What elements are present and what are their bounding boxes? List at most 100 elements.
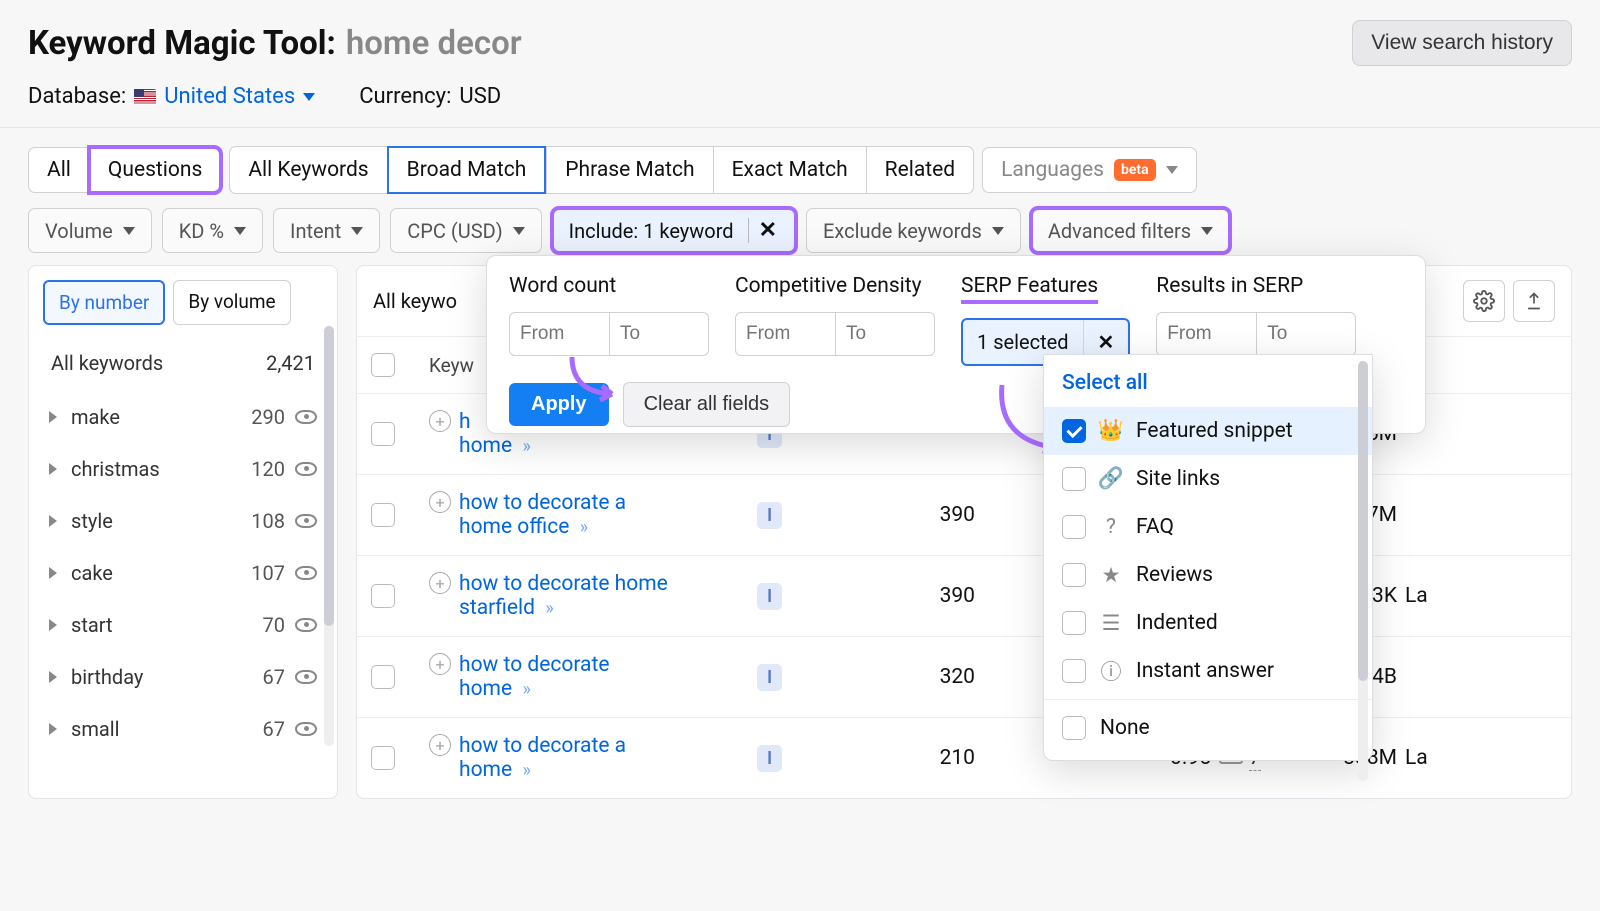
- comp-density-from[interactable]: [735, 312, 835, 356]
- sidebar-item[interactable]: small67: [43, 703, 323, 755]
- expand-icon[interactable]: +: [429, 653, 451, 675]
- page-header: Keyword Magic Tool: home decor View sear…: [0, 0, 1600, 127]
- scrollbar[interactable]: [1358, 361, 1368, 781]
- checkbox[interactable]: [1062, 659, 1086, 683]
- keyword-text: how to decorate ahome »: [459, 734, 626, 782]
- sidebar-item-count: 290: [251, 405, 285, 429]
- filter-kd[interactable]: KD %: [162, 208, 263, 253]
- checkbox[interactable]: [1062, 716, 1086, 740]
- feature-icon: ★: [1100, 564, 1122, 586]
- expand-icon[interactable]: +: [429, 410, 451, 432]
- currency-display: Currency: USD: [359, 84, 501, 109]
- clear-include-icon[interactable]: ✕: [748, 218, 779, 243]
- tab-all-keywords[interactable]: All Keywords: [229, 146, 386, 194]
- tab-exact-match[interactable]: Exact Match: [713, 146, 866, 194]
- eye-icon[interactable]: [295, 618, 317, 632]
- scrollbar[interactable]: [324, 326, 334, 746]
- tab-all[interactable]: All: [28, 147, 89, 193]
- eye-icon[interactable]: [295, 670, 317, 684]
- settings-button[interactable]: [1463, 280, 1505, 322]
- sidebar-tab-by-volume[interactable]: By volume: [173, 280, 290, 325]
- select-all-option[interactable]: Select all: [1044, 355, 1372, 407]
- intent-badge: I: [757, 583, 782, 610]
- chevron-right-icon: [49, 671, 57, 683]
- trail-cell: La: [1405, 584, 1465, 608]
- filter-volume[interactable]: Volume: [28, 208, 152, 253]
- sidebar-item[interactable]: start70: [43, 599, 323, 651]
- row-checkbox[interactable]: [371, 665, 395, 689]
- view-search-history-button[interactable]: View search history: [1352, 20, 1572, 66]
- checkbox[interactable]: [1062, 515, 1086, 539]
- results-serp-to[interactable]: [1256, 312, 1356, 356]
- database-label: Database:: [28, 84, 126, 109]
- serp-feature-none[interactable]: None: [1044, 704, 1372, 752]
- serp-feature-option[interactable]: ⓘInstant answer: [1044, 647, 1372, 695]
- row-checkbox[interactable]: [371, 503, 395, 527]
- sidebar-item[interactable]: style108: [43, 495, 323, 547]
- sidebar-item[interactable]: christmas120: [43, 443, 323, 495]
- sidebar-item[interactable]: make290: [43, 391, 323, 443]
- filter-cpc[interactable]: CPC (USD): [390, 208, 541, 253]
- feature-icon: ⓘ: [1100, 660, 1122, 682]
- label: Include: 1 keyword: [569, 219, 734, 243]
- serp-feature-option[interactable]: ?FAQ: [1044, 503, 1372, 551]
- filter-include-keywords[interactable]: Include: 1 keyword ✕: [552, 208, 796, 253]
- checkbox[interactable]: [1062, 467, 1086, 491]
- keyword-cell[interactable]: + how to decorate homestarfield »: [429, 572, 749, 620]
- word-count-from[interactable]: [509, 312, 609, 356]
- languages-dropdown[interactable]: Languages beta: [982, 147, 1197, 193]
- eye-icon[interactable]: [295, 722, 317, 736]
- keyword-cell[interactable]: + how to decorate ahome office »: [429, 491, 749, 539]
- database-selector[interactable]: Database: United States: [28, 84, 315, 109]
- keyword-cell[interactable]: + how to decoratehome »: [429, 653, 749, 701]
- row-checkbox[interactable]: [371, 422, 395, 446]
- serp-feature-option[interactable]: 👑Featured snippet: [1044, 407, 1372, 455]
- export-button[interactable]: [1513, 280, 1555, 322]
- keyword-cell[interactable]: + how to decorate ahome »: [429, 734, 749, 782]
- comp-density-to[interactable]: [835, 312, 935, 356]
- flag-us-icon: [134, 89, 156, 105]
- toolbar: All Questions All Keywords Broad Match P…: [0, 128, 1600, 265]
- eye-icon[interactable]: [295, 514, 317, 528]
- clear-all-button[interactable]: Clear all fields: [623, 382, 791, 427]
- intent-badge: I: [757, 502, 782, 529]
- filter-exclude-keywords[interactable]: Exclude keywords: [806, 208, 1021, 253]
- checkbox[interactable]: [1062, 563, 1086, 587]
- tab-questions[interactable]: Questions: [89, 147, 221, 193]
- row-checkbox[interactable]: [371, 746, 395, 770]
- filter-advanced[interactable]: Advanced filters: [1031, 208, 1230, 253]
- serp-feature-option[interactable]: 🔗Site links: [1044, 455, 1372, 503]
- comp-density-label: Competitive Density: [735, 274, 935, 302]
- sidebar-tab-by-number[interactable]: By number: [43, 280, 165, 325]
- select-all-checkbox[interactable]: [371, 353, 395, 377]
- filter-intent[interactable]: Intent: [273, 208, 380, 253]
- expand-icon[interactable]: +: [429, 572, 451, 594]
- word-count-to[interactable]: [609, 312, 709, 356]
- tab-broad-match[interactable]: Broad Match: [387, 146, 547, 194]
- checkbox[interactable]: [1062, 611, 1086, 635]
- eye-icon[interactable]: [295, 566, 317, 580]
- checkbox[interactable]: [1062, 419, 1086, 443]
- expand-icon[interactable]: +: [429, 491, 451, 513]
- chevron-down-icon: [234, 227, 246, 235]
- double-chevron-icon: »: [523, 436, 528, 457]
- sidebar-all-keywords[interactable]: All keywords: [51, 351, 163, 375]
- results-serp-from[interactable]: [1156, 312, 1256, 356]
- sidebar-item-count: 67: [263, 665, 285, 689]
- volume-cell: 390: [845, 503, 975, 527]
- sidebar-item[interactable]: cake107: [43, 547, 323, 599]
- tab-phrase-match[interactable]: Phrase Match: [546, 146, 712, 194]
- tab-related[interactable]: Related: [866, 146, 974, 194]
- serp-feature-option[interactable]: ★Reviews: [1044, 551, 1372, 599]
- eye-icon[interactable]: [295, 410, 317, 424]
- currency-label: Currency:: [359, 84, 451, 109]
- serp-feature-option[interactable]: ☰Indented: [1044, 599, 1372, 647]
- table-row: + how to decorate homestarfield » I 390 …: [357, 555, 1571, 636]
- table-row: + how to decorate ahome » I 210 0.95 7 3…: [357, 717, 1571, 798]
- row-checkbox[interactable]: [371, 584, 395, 608]
- eye-icon[interactable]: [295, 462, 317, 476]
- advanced-filters-popover: Word count Competitive Density SERP Feat…: [486, 255, 1426, 434]
- sidebar-item[interactable]: birthday67: [43, 651, 323, 703]
- double-chevron-icon: »: [580, 517, 585, 538]
- expand-icon[interactable]: +: [429, 734, 451, 756]
